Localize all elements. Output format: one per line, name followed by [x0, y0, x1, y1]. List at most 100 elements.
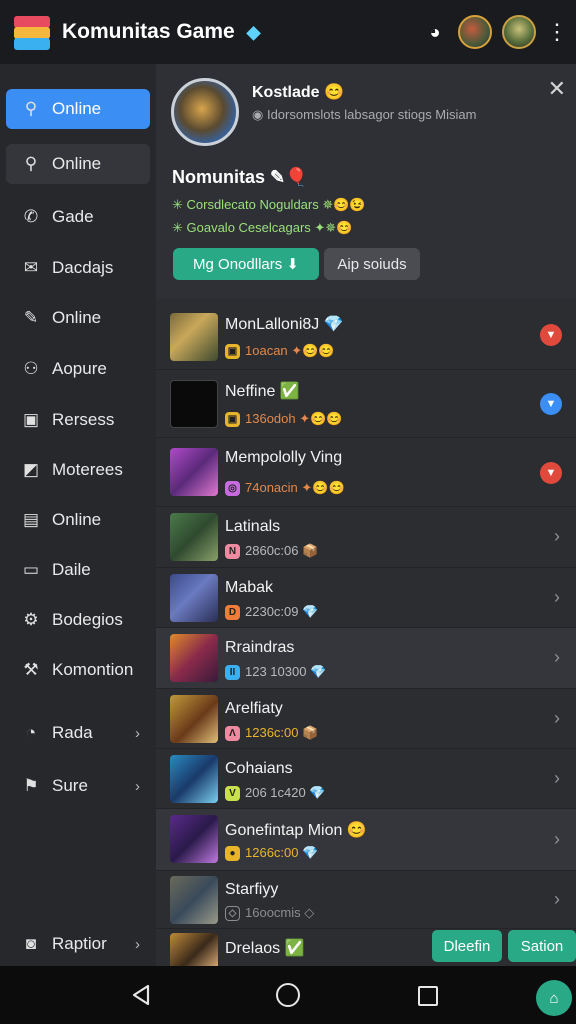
game-badge-icon: ◎ [225, 480, 240, 496]
system-nav-bar: ⌂ [0, 966, 576, 1024]
pencil-icon: ✎ [23, 308, 39, 327]
chevron-right-icon[interactable]: › [554, 587, 560, 608]
document-icon: ▭ [22, 560, 40, 579]
pin-icon[interactable]: ▼ [540, 393, 562, 415]
sidebar-item-online-building[interactable]: ▤ Online [6, 500, 150, 540]
list-item[interactable]: Arelfiaty Λ 1236c:00 📦 › [156, 689, 576, 749]
main-panel: Kostlade 😊 ◉ Idorsomslots labsagor stiog… [156, 64, 576, 966]
sidebar-item-komontion[interactable]: ⚒ Komontion [6, 650, 150, 690]
game-meta: ◇ 16oocmis ◇ [225, 905, 314, 921]
game-meta-text: 2860c:06 📦 [245, 543, 319, 558]
more-menu-icon[interactable]: ⋮ [546, 19, 568, 45]
chevron-right-icon[interactable]: › [554, 889, 560, 910]
game-meta: II 123 10300 💎 [225, 664, 326, 680]
list-item[interactable]: Starfiyy ◇ 16oocmis ◇ › [156, 871, 576, 929]
game-name: Cohaians [225, 760, 293, 777]
sidebar-item-label: Moterees [52, 460, 123, 479]
profile-subtitle: ◉ Idorsomslots labsagor stiogs Misiam [252, 107, 477, 122]
game-badge-icon: ▣ [225, 343, 240, 359]
pacman-icon[interactable]: ◕ [422, 19, 448, 45]
game-thumbnail [170, 448, 218, 496]
game-meta: ● 1266c:00 💎 [225, 845, 318, 861]
recent-apps-icon[interactable] [418, 986, 438, 1006]
list-item[interactable]: Gonefintap Mion 😊 ● 1266c:00 💎 › [156, 809, 576, 871]
pin-icon[interactable]: ▼ [540, 324, 562, 346]
list-item[interactable]: Neffine ✅ ▣ 136odoh ✦😊😊 ▼ [156, 370, 576, 438]
sidebar-item-aopure[interactable]: ⚇ Aopure [6, 349, 150, 389]
list-item[interactable]: Mempololly Ving ◎ 74onacin ✦😊😊 ▼ [156, 438, 576, 507]
chevron-right-icon[interactable]: › [554, 829, 560, 850]
game-meta-text: 74onacin ✦😊😊 [245, 480, 345, 495]
game-name: Starfiyy [225, 881, 279, 898]
sidebar-item-label: Gade [52, 207, 94, 226]
profile-card: Kostlade 😊 ◉ Idorsomslots labsagor stiog… [156, 64, 576, 298]
game-name: Mempololly Ving [225, 449, 343, 466]
game-badge-icon: Λ [225, 725, 240, 741]
list-item[interactable]: Cohaians V 206 1c420 💎 › [156, 749, 576, 809]
game-thumbnail [170, 755, 218, 803]
sidebar-item-moterees[interactable]: ◩ Moterees [6, 450, 150, 490]
sidebar-item-label: Online [52, 99, 102, 118]
close-icon[interactable]: ✕ [548, 76, 566, 102]
pin-icon[interactable]: ▼ [540, 462, 562, 484]
sidebar-item-bodegios[interactable]: ⚙ Bodegios [6, 600, 150, 640]
list-item[interactable]: MonLalloni8J 💎 ▣ 1oacan ✦😊😊 ▼ [156, 300, 576, 370]
sidebar-item-sure[interactable]: ⚑ Sure › [6, 766, 150, 806]
list-item[interactable]: Mabak D 2230c:09 💎 › [156, 568, 576, 628]
sidebar-item-dacdajs[interactable]: ✉ Dacdajs [6, 248, 150, 288]
sidebar-item-online-edit[interactable]: ✎ Online [6, 298, 150, 338]
avatar[interactable] [458, 15, 492, 49]
list-item[interactable]: Latinals N 2860c:06 📦 › [156, 507, 576, 568]
sidebar-item-online[interactable]: ⚲ Online [6, 89, 150, 129]
game-thumbnail [170, 513, 218, 561]
profile-name: Kostlade 😊 [252, 84, 344, 101]
chevron-right-icon[interactable]: › [554, 526, 560, 547]
chevron-right-icon[interactable]: › [554, 708, 560, 729]
game-meta-text: 1236c:00 📦 [245, 725, 319, 740]
sidebar-item-rersess[interactable]: ▣ Rersess [6, 400, 150, 440]
sidebar-item-label: Rada [52, 723, 93, 742]
game-meta-text: 16oocmis ◇ [245, 905, 315, 920]
game-name: Gonefintap Mion 😊 [225, 822, 367, 839]
chevron-right-icon[interactable]: › [554, 647, 560, 668]
game-meta: N 2860c:06 📦 [225, 543, 318, 559]
camera-fab-icon[interactable]: ⌂ [536, 980, 572, 1016]
chevron-right-icon: › [135, 724, 140, 742]
avatar[interactable] [502, 15, 536, 49]
game-list: MonLalloni8J 💎 ▣ 1oacan ✦😊😊 ▼ Neffine ✅ … [156, 300, 576, 966]
community-title: Nomunitas ✎🎈 [172, 167, 308, 187]
game-thumbnail [170, 815, 218, 863]
sidebar-item-label: Raptior [52, 934, 107, 953]
sidebar-item-daile[interactable]: ▭ Daile [6, 550, 150, 590]
floating-button-right[interactable]: Sation [508, 930, 576, 962]
list-item[interactable]: Rraindras II 123 10300 💎 › [156, 628, 576, 689]
sidebar-item-label: Dacdajs [52, 258, 114, 277]
profile-avatar[interactable] [171, 78, 239, 146]
sidebar-item-gade[interactable]: ✆ Gade [6, 197, 150, 237]
diamond-icon: ◇ [225, 905, 240, 921]
flag-icon: ⚑ [23, 776, 39, 795]
game-badge-icon: II [225, 664, 240, 680]
app-title-text: Komunitas Game [62, 20, 235, 43]
game-meta: ▣ 136odoh ✦😊😊 [225, 411, 343, 427]
sidebar-item-online-search[interactable]: ⚲ Online [6, 144, 150, 184]
building-icon: ▤ [22, 510, 40, 529]
community-line: ✳ Corsdlecato Noguldars ✵😊😉 [172, 197, 366, 212]
chevron-right-icon[interactable]: › [554, 768, 560, 789]
sidebar-item-label: Aopure [52, 359, 107, 378]
app-bar: Komunitas Game ◆ ◕ ⋮ [0, 0, 576, 64]
back-icon[interactable] [130, 984, 152, 1006]
game-meta-text: 136odoh ✦😊😊 [245, 411, 343, 426]
sidebar-item-raptior[interactable]: ◙ Raptior › [6, 924, 150, 964]
phone-icon: ✆ [23, 207, 39, 226]
gear-icon: ⚙ [23, 610, 39, 629]
primary-action-button[interactable]: Mg Onodllars ⬇ [173, 248, 319, 280]
sidebar-item-label: Daile [52, 560, 91, 579]
secondary-action-button[interactable]: Aip soiuds [324, 248, 420, 280]
sidebar-item-rada[interactable]: ◔ Rada › [6, 713, 150, 753]
game-name: Arelfiaty [225, 700, 283, 717]
game-meta-text: 1266c:00 💎 [245, 845, 319, 860]
floating-button-left[interactable]: Dleefin [432, 930, 502, 962]
game-badge-icon: N [225, 543, 240, 559]
home-icon[interactable] [276, 983, 300, 1007]
